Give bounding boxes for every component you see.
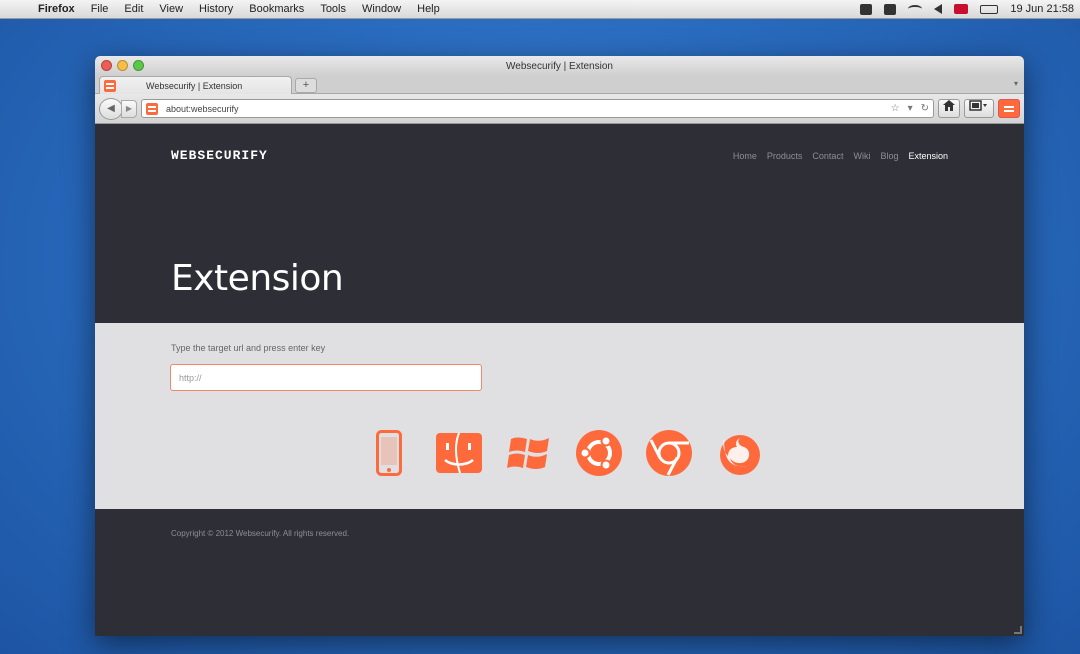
zoom-window-button[interactable] (133, 60, 144, 71)
menu-tools[interactable]: Tools (312, 3, 354, 15)
menu-bar: Firefox File Edit View History Bookmarks… (0, 0, 1080, 19)
status-area: 19 Jun 21:58 (860, 3, 1080, 15)
windows-icon[interactable] (505, 429, 553, 477)
nav-home[interactable]: Home (733, 151, 757, 161)
browser-window: Websecurify | Extension Websecurify | Ex… (95, 56, 1024, 636)
page-content: WEBSECURIFY Home Products Contact Wiki B… (95, 124, 1024, 636)
home-icon (943, 100, 955, 111)
history-dropdown-icon[interactable]: ▾ (908, 103, 913, 114)
platform-icons (365, 429, 763, 477)
clock[interactable]: 19 Jun 21:58 (1010, 3, 1074, 15)
wifi-icon[interactable] (908, 5, 923, 13)
window-controls (101, 60, 144, 71)
panorama-button[interactable] (964, 99, 994, 118)
display-icon[interactable] (884, 3, 897, 15)
websecurify-extension-button[interactable] (998, 99, 1020, 118)
websecurify-icon (1002, 103, 1016, 114)
copyright-text: Copyright © 2012 Websecurify. All rights… (171, 529, 350, 538)
close-window-button[interactable] (101, 60, 112, 71)
nav-contact[interactable]: Contact (812, 151, 843, 161)
minimize-window-button[interactable] (117, 60, 128, 71)
back-button[interactable]: ◀ (99, 97, 123, 120)
tab-websecurify[interactable]: Websecurify | Extension (99, 76, 292, 94)
websecurify-favicon-icon (104, 79, 116, 92)
site-nav: Home Products Contact Wiki Blog Extensio… (733, 151, 948, 161)
firefox-icon[interactable] (715, 429, 763, 477)
page-title: Extension (171, 258, 344, 299)
nav-toolbar: ◀ ▶ about:websecurify ☆ ▾ ↻ (95, 94, 1024, 124)
url-text: about:websecurify (166, 103, 239, 114)
volume-icon[interactable] (934, 4, 943, 14)
window-title: Websecurify | Extension (506, 60, 613, 72)
menu-window[interactable]: Window (354, 3, 409, 15)
menu-edit[interactable]: Edit (116, 3, 151, 15)
mobile-icon[interactable] (365, 429, 413, 477)
target-form-section: Type the target url and press enter key (95, 323, 1024, 509)
menu-firefox[interactable]: Firefox (30, 3, 83, 15)
site-identity-icon[interactable] (146, 102, 158, 115)
tab-title: Websecurify | Extension (146, 80, 243, 91)
site-logo[interactable]: WEBSECURIFY (171, 148, 268, 163)
ubuntu-icon[interactable] (575, 429, 623, 477)
battery-icon[interactable] (980, 4, 999, 14)
menu-help[interactable]: Help (409, 3, 448, 15)
chrome-icon[interactable] (645, 429, 693, 477)
tab-list-icon[interactable]: ▾ (1014, 79, 1018, 88)
new-tab-button[interactable]: + (295, 78, 317, 93)
url-bar[interactable]: about:websecurify ☆ ▾ ↻ (141, 99, 934, 118)
forward-button[interactable]: ▶ (121, 99, 137, 118)
target-hint: Type the target url and press enter key (171, 343, 326, 353)
home-button[interactable] (938, 99, 960, 118)
nav-blog[interactable]: Blog (880, 151, 898, 161)
target-url-input[interactable] (170, 364, 482, 391)
lock-icon[interactable] (860, 3, 873, 15)
menu-history[interactable]: History (191, 3, 241, 15)
finder-icon[interactable] (435, 429, 483, 477)
title-bar[interactable]: Websecurify | Extension (95, 56, 1024, 76)
nav-extension[interactable]: Extension (908, 151, 948, 161)
nav-products[interactable]: Products (767, 151, 803, 161)
input-flag-icon[interactable] (954, 4, 969, 14)
tab-bar: Websecurify | Extension + ▾ (95, 76, 1024, 94)
menu-view[interactable]: View (151, 3, 191, 15)
hero-section: WEBSECURIFY Home Products Contact Wiki B… (95, 124, 1024, 323)
bookmark-star-icon[interactable]: ☆ (891, 103, 900, 114)
footer: Copyright © 2012 Websecurify. All rights… (95, 509, 1024, 636)
nav-wiki[interactable]: Wiki (853, 151, 870, 161)
menu-file[interactable]: File (83, 3, 117, 15)
menu-bookmarks[interactable]: Bookmarks (241, 3, 312, 15)
panorama-icon (969, 100, 987, 111)
reload-icon[interactable]: ↻ (921, 103, 929, 114)
resize-grip-icon[interactable] (1014, 626, 1022, 634)
